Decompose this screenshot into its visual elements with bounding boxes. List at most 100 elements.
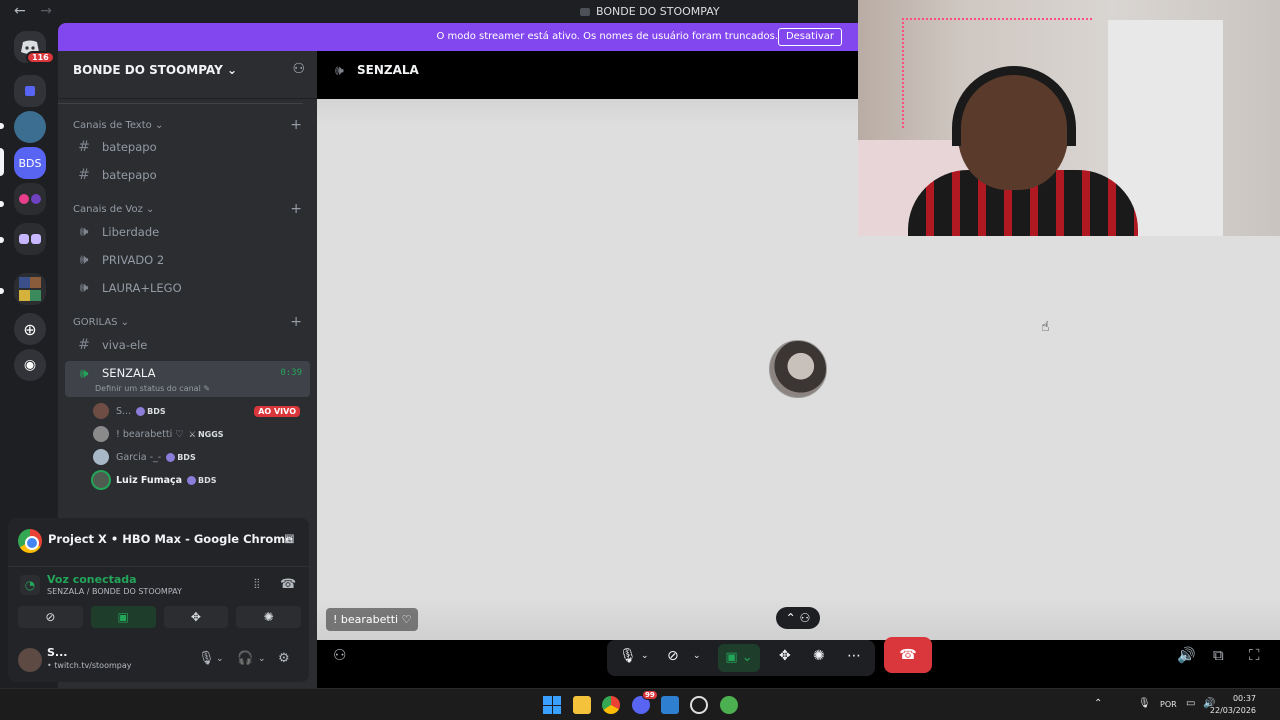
- voice-user-name: S...: [116, 405, 132, 417]
- voice-user[interactable]: Garcia -_- BDS: [93, 448, 308, 466]
- participant-name: ! bearabetti ♡: [326, 608, 419, 631]
- add-channel-icon[interactable]: +: [290, 201, 302, 217]
- guild-tag: BDS: [166, 452, 196, 462]
- stream-source-title: Project X • HBO Max - Google Chrome: [48, 532, 294, 546]
- clock[interactable]: 00:37 22/03/2026: [1210, 693, 1256, 717]
- disconnect-button[interactable]: ☎: [884, 637, 932, 673]
- category-text-channels[interactable]: Canais de Texto ⌄: [73, 120, 163, 131]
- server-folder-3[interactable]: [14, 223, 46, 255]
- more-options-icon[interactable]: ⋯: [847, 648, 861, 664]
- voice-user-speaking[interactable]: Luiz Fumaça BDS: [93, 471, 308, 489]
- discord-icon[interactable]: 99: [632, 690, 658, 714]
- soundboard-button[interactable]: ✺: [236, 606, 301, 628]
- server-bds[interactable]: BDS: [14, 147, 46, 179]
- avatar[interactable]: [18, 648, 42, 672]
- volume-icon[interactable]: 🔊: [1177, 646, 1196, 664]
- server-avatar-1[interactable]: [14, 111, 46, 143]
- invite-people-icon[interactable]: ⚇: [292, 61, 305, 77]
- file-explorer-icon[interactable]: [573, 696, 591, 714]
- server-indicator: [0, 237, 4, 243]
- guild-header[interactable]: BONDE DO STOOMPAY ⌄ ⚇: [58, 51, 317, 99]
- webcam-lights: [902, 18, 904, 128]
- channel-privado-2[interactable]: 🕪 PRIVADO 2: [73, 249, 308, 271]
- app-icon[interactable]: [661, 696, 679, 714]
- guild-tag: BDS: [136, 406, 166, 416]
- mic-icon[interactable]: 🎙: [198, 651, 215, 666]
- channel-label: batepapo: [102, 140, 157, 154]
- voice-location[interactable]: SENZALA / BONDE DO STOOMPAY: [47, 587, 182, 596]
- channel-viva-ele[interactable]: # viva-ele: [73, 334, 308, 356]
- language-indicator[interactable]: POR: [1160, 700, 1177, 709]
- user-name: S...: [47, 646, 68, 659]
- add-channel-icon[interactable]: +: [290, 117, 302, 133]
- avatar: [93, 472, 109, 488]
- guild-tag-label: NGGS: [197, 429, 224, 439]
- voice-action-buttons: ⊘ ▣ ✥ ✺: [18, 606, 301, 628]
- show-participants-button[interactable]: ⌃ ⚇: [776, 607, 820, 629]
- xbox-icon[interactable]: [720, 696, 738, 714]
- mic-tray-icon[interactable]: 🎙: [1138, 698, 1151, 709]
- chevron-down-icon[interactable]: ⌄: [693, 651, 701, 661]
- folder-icon[interactable]: [14, 75, 46, 107]
- voice-status[interactable]: Voz conectada: [47, 573, 137, 586]
- disable-streamer-mode-button[interactable]: Desativar: [777, 28, 842, 46]
- hand-cursor-icon: ☝: [1041, 319, 1050, 335]
- channel-batepapo[interactable]: # batepapo: [73, 136, 308, 158]
- headset-icon[interactable]: 🎧: [237, 651, 253, 666]
- server-bds-label: BDS: [18, 156, 42, 170]
- popout-icon[interactable]: ⧉: [1213, 646, 1224, 664]
- call-controls: ⚇ 🎙 ⌄ ⊘ ⌄ ▣ ⌄ ✥ ✺ ⋯ ☎ 🔊 ⧉ ⛶: [317, 637, 1280, 688]
- obs-icon[interactable]: [690, 696, 708, 714]
- screen-share-button[interactable]: ▣: [90, 606, 156, 628]
- voice-connection-panel: ◔ Voz conectada SENZALA / BONDE DO STOOM…: [8, 566, 309, 638]
- chevron-down-icon[interactable]: ⌄: [258, 654, 266, 664]
- selected-server-indicator: [0, 148, 4, 176]
- voice-user[interactable]: ! bearabetti ♡ ⚔ NGGS: [93, 425, 308, 443]
- channel-batepapo-2[interactable]: # batepapo: [73, 164, 308, 186]
- channel-liberdade[interactable]: 🕪 Liberdade: [73, 221, 308, 243]
- channel-label: batepapo: [102, 168, 157, 182]
- avatar: [93, 403, 109, 419]
- category-voice-channels[interactable]: Canais de Voz ⌄: [73, 204, 154, 215]
- tag-icon: [136, 406, 146, 416]
- home-button[interactable]: 116: [14, 31, 55, 64]
- mic-icon[interactable]: 🎙: [619, 648, 637, 664]
- set-channel-status[interactable]: Definir um status do canal ✎: [95, 384, 210, 393]
- camera-off-button[interactable]: ⊘: [18, 606, 83, 628]
- disconnect-icon[interactable]: ☎: [280, 577, 296, 592]
- chevron-down-icon[interactable]: ⌄: [216, 654, 224, 664]
- guild-tag: BDS: [187, 475, 217, 485]
- soundboard-icon[interactable]: ✺: [813, 648, 825, 664]
- add-channel-icon[interactable]: +: [290, 314, 302, 330]
- windows-start-icon[interactable]: [543, 696, 561, 714]
- back-button[interactable]: ←: [14, 3, 26, 19]
- avatar: [93, 426, 109, 442]
- category-gorilas[interactable]: GORILAS ⌄: [73, 317, 129, 328]
- chrome-icon[interactable]: [602, 696, 620, 714]
- voice-user[interactable]: S... BDS AO VIVO: [93, 402, 308, 420]
- noise-suppression-icon[interactable]: ⦙⦙: [254, 577, 260, 592]
- add-people-icon[interactable]: ⚇: [333, 646, 346, 664]
- chevron-up-icon[interactable]: ⌃: [1094, 698, 1102, 709]
- screen-share-active-button[interactable]: ▣ ⌄: [718, 644, 760, 672]
- participant-avatar[interactable]: [769, 340, 827, 398]
- discover-icon[interactable]: ◉: [14, 349, 46, 381]
- channel-senzala-active[interactable]: 🕪 SENZALA 0:39 Definir um status do cana…: [65, 361, 310, 397]
- activities-icon[interactable]: ✥: [779, 648, 791, 664]
- stop-stream-icon[interactable]: ⊠: [284, 532, 295, 547]
- add-server-icon[interactable]: ⊕: [14, 313, 46, 345]
- gear-icon[interactable]: ⚙: [278, 651, 290, 666]
- chevron-down-icon[interactable]: ⌄: [641, 651, 649, 661]
- speaker-icon: 🕪: [79, 224, 89, 240]
- channel-laura-lego[interactable]: 🕪 LAURA+LEGO: [73, 277, 308, 299]
- activities-button[interactable]: ✥: [163, 606, 229, 628]
- call-timer: 0:39: [280, 368, 302, 378]
- network-icon[interactable]: ▭: [1186, 698, 1195, 709]
- server-folder-2[interactable]: [14, 183, 46, 215]
- forward-button[interactable]: →: [40, 3, 52, 19]
- signal-icon[interactable]: ◔: [20, 575, 40, 595]
- server-folder-4[interactable]: [14, 273, 46, 305]
- camera-off-icon[interactable]: ⊘: [667, 648, 679, 664]
- fullscreen-icon[interactable]: ⛶: [1249, 646, 1260, 664]
- server-indicator: [0, 123, 4, 129]
